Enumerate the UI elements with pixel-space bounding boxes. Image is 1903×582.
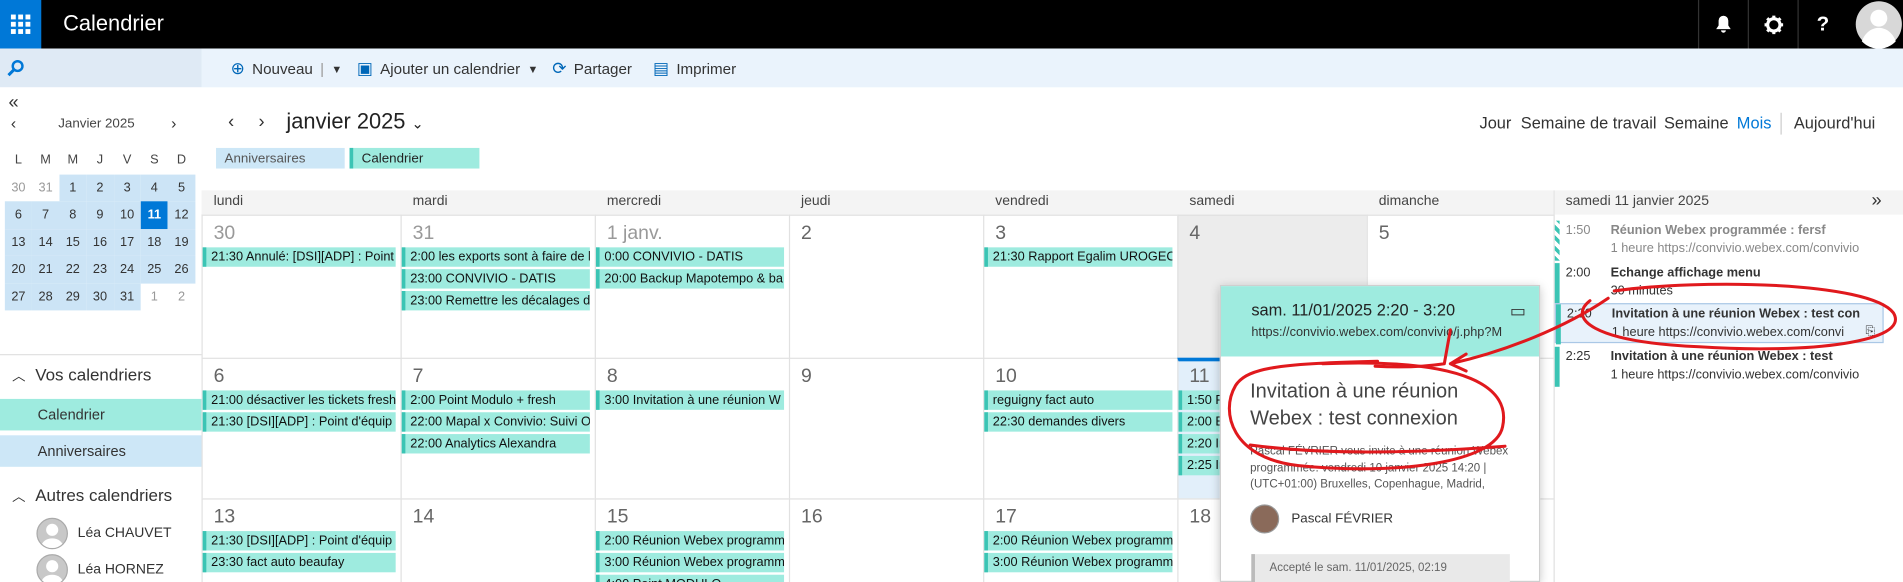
annotation-oval-agenda-item — [1580, 282, 1897, 351]
annotation-underline — [1248, 443, 1507, 454]
annotation-overlay — [1227, 282, 1897, 471]
annotation-arrow-2 — [1373, 328, 1452, 369]
